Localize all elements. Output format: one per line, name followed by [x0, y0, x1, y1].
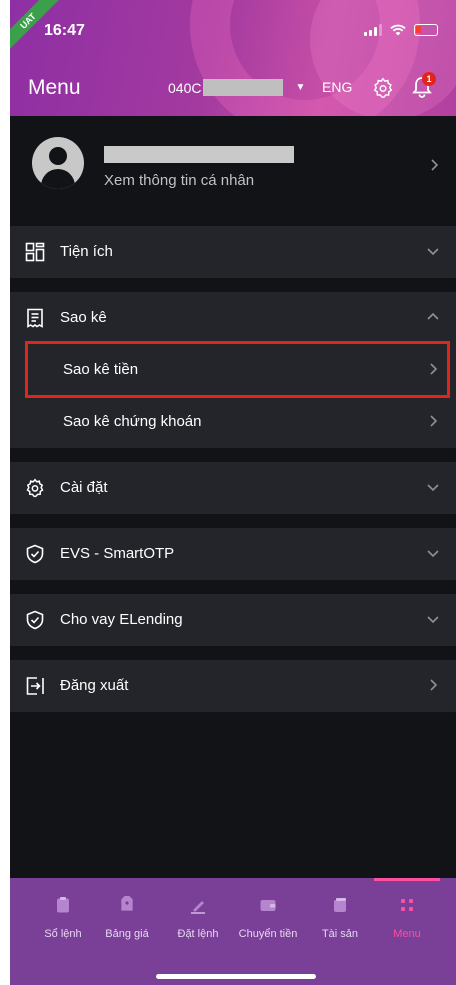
battery-icon [414, 24, 438, 36]
status-time: 16:47 [44, 22, 85, 39]
settings-icon[interactable] [372, 77, 394, 99]
nav-tab-label: Bảng giá [105, 928, 149, 940]
nav-tab-dat-lenh[interactable]: Đặt lệnh [164, 896, 232, 940]
menu-section-label: EVS - SmartOTP [60, 545, 175, 562]
menu-section-sao-ke[interactable]: Sao kê [10, 292, 456, 344]
nav-tab-label: Menu [393, 928, 421, 940]
chevron-up-icon [427, 312, 439, 320]
chevron-right-icon [431, 159, 439, 171]
shield-check-icon [26, 544, 44, 564]
assets-icon [334, 898, 346, 912]
menu-section-label: Đăng xuất [60, 677, 129, 694]
nav-tab-bang-gia[interactable]: Bảng giá [93, 896, 161, 940]
account-number-redacted [203, 79, 284, 96]
menu-section-cai-dat[interactable]: Cài đặt [10, 462, 456, 514]
pen-icon [191, 901, 205, 914]
wallet-icon [260, 900, 276, 911]
signal-icon [364, 24, 382, 36]
page-title: Menu [28, 76, 81, 99]
nav-tab-so-lenh[interactable]: Sổ lệnh [29, 896, 97, 940]
language-toggle[interactable]: ENG [322, 79, 352, 95]
grid-icon [25, 242, 45, 262]
user-name-redacted [104, 146, 294, 163]
account-number: 040C [168, 79, 202, 96]
active-tab-indicator [374, 878, 440, 881]
notification-badge: 1 [422, 72, 436, 86]
chevron-right-icon [430, 679, 438, 691]
menu-item-label: Sao kê chứng khoán [63, 413, 202, 430]
shield-check-icon [26, 610, 44, 630]
home-indicator [156, 974, 316, 979]
menu-section-label: Tiện ích [60, 243, 113, 260]
account-selector[interactable]: 040C ▼ [168, 79, 305, 96]
chevron-down-icon [427, 550, 439, 558]
nav-tab-label: Tài sản [321, 928, 359, 940]
menu-section-dang-xuat[interactable]: Đăng xuất [10, 660, 456, 712]
receipt-icon [27, 308, 43, 328]
nav-tab-label: Sổ lệnh [44, 928, 82, 940]
profile-subtitle: Xem thông tin cá nhân [104, 172, 255, 189]
menu-section-label: Sao kê [60, 309, 107, 326]
price-tag-icon [121, 896, 133, 911]
notification-button[interactable]: 1 [412, 72, 436, 103]
logout-icon [26, 677, 44, 695]
chevron-right-icon [430, 415, 438, 427]
chevron-down-icon [427, 616, 439, 624]
chevron-right-icon [430, 363, 438, 375]
menu-item-label: Sao kê tiền [63, 361, 139, 378]
status-icons [364, 24, 438, 36]
header: UAT 16:47 Menu 040C ▼ ENG 1 [10, 0, 456, 116]
nav-tab-chuyen-tien[interactable]: Chuyển tiền [234, 896, 302, 940]
avatar [32, 137, 84, 189]
menu-section-evs-smartotp[interactable]: EVS - SmartOTP [10, 528, 456, 580]
chevron-down-icon [427, 484, 439, 492]
menu-section-label: Cài đặt [60, 479, 108, 496]
clipboard-icon [57, 897, 69, 913]
menu-section-tien-ich[interactable]: Tiện ích [10, 226, 456, 278]
chevron-down-icon [427, 248, 439, 256]
nav-tab-menu[interactable]: Menu [373, 896, 441, 940]
nav-tab-tai-san[interactable]: Tài sản [306, 896, 374, 940]
menu-item-sao-ke-tien[interactable]: Sao kê tiền [10, 344, 456, 396]
wifi-icon [390, 24, 406, 36]
nav-tab-label: Đặt lệnh [177, 928, 219, 940]
caret-down-icon: ▼ [295, 82, 306, 93]
nav-tab-label: Chuyển tiền [238, 928, 298, 940]
app-screen: UAT 16:47 Menu 040C ▼ ENG 1 Xem thông ti… [10, 0, 456, 985]
profile-row[interactable]: Xem thông tin cá nhân [10, 124, 456, 208]
menu-item-sao-ke-chung-khoan[interactable]: Sao kê chứng khoán [10, 396, 456, 448]
menu-grid-icon [401, 899, 413, 911]
menu-section-cho-vay[interactable]: Cho vay ELending [10, 594, 456, 646]
gear-icon [26, 478, 44, 498]
menu-section-label: Cho vay ELending [60, 611, 183, 628]
bottom-nav: Sổ lệnh Bảng giá Đặt lệnh Chuyển tiền Tà… [10, 878, 456, 985]
